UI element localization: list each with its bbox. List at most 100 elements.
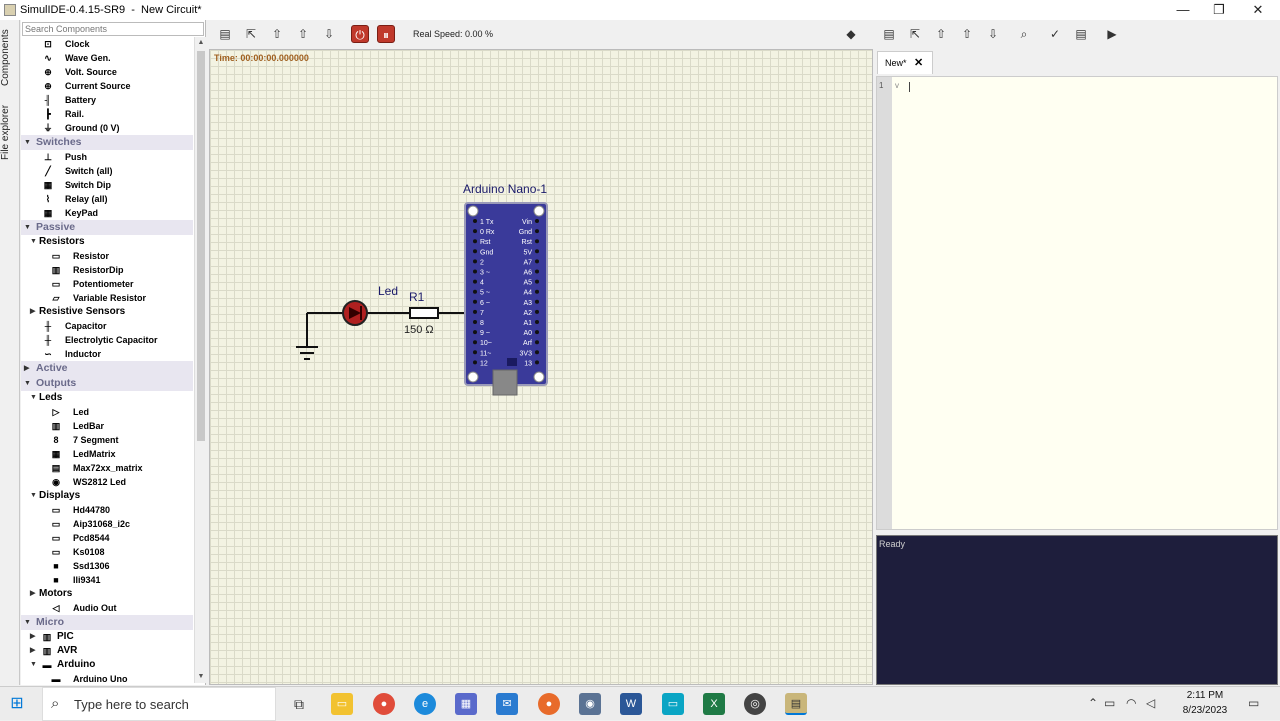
board-pin[interactable] bbox=[473, 350, 477, 355]
editor-new-icon[interactable]: ▤ bbox=[880, 25, 898, 43]
component-item[interactable]: ⊕ Volt. Source bbox=[21, 65, 193, 79]
collapse-arrow-icon[interactable]: ▼ bbox=[24, 135, 31, 150]
component-item[interactable]: ▦ KeyPad bbox=[21, 206, 193, 220]
collapse-arrow-icon[interactable]: ▼ bbox=[24, 615, 31, 630]
board-pin[interactable] bbox=[535, 219, 539, 223]
scroll-up-icon[interactable]: ▲ bbox=[195, 37, 207, 49]
board-pin[interactable] bbox=[535, 239, 539, 244]
board-pin[interactable] bbox=[473, 330, 477, 335]
battery-tray-icon[interactable]: ▭ bbox=[1104, 696, 1115, 710]
wifi-icon[interactable]: ◠ bbox=[1126, 696, 1136, 710]
board-pin[interactable] bbox=[535, 249, 539, 254]
component-item[interactable]: ∿ Wave Gen. bbox=[21, 51, 193, 65]
component-item[interactable]: ⊡ Clock bbox=[21, 37, 193, 51]
chevron-up-icon[interactable]: ⌃ bbox=[1088, 696, 1098, 710]
pause-button-icon[interactable]: ⏸ bbox=[377, 25, 395, 43]
collapse-arrow-icon[interactable]: ▼ bbox=[24, 376, 31, 391]
scroll-thumb[interactable] bbox=[197, 51, 205, 441]
collapse-arrow-icon[interactable]: ▼ bbox=[24, 220, 31, 235]
expand-arrow-icon[interactable]: ▶ bbox=[30, 630, 35, 644]
volume-icon[interactable]: ◁ bbox=[1146, 696, 1155, 710]
group-resistors[interactable]: ▼ Resistors bbox=[21, 235, 193, 249]
board-pin[interactable] bbox=[473, 340, 477, 345]
component-item[interactable]: ◉ WS2812 Led bbox=[21, 475, 193, 489]
collapse-arrow-icon[interactable]: ▼ bbox=[30, 658, 37, 672]
upload-icon[interactable]: ▤ bbox=[1072, 25, 1090, 43]
category-micro[interactable]: ▼ Micro bbox=[21, 615, 193, 630]
expand-arrow-icon[interactable]: ▶ bbox=[24, 361, 29, 376]
component-item[interactable]: ┣ Rail. bbox=[21, 107, 193, 121]
board-pin[interactable] bbox=[535, 229, 539, 234]
board-pin[interactable] bbox=[473, 239, 477, 244]
clock-time[interactable]: 2:11 PM bbox=[1170, 690, 1240, 701]
tab-components[interactable]: Components bbox=[0, 28, 20, 88]
firefox-icon[interactable]: ● bbox=[538, 693, 560, 715]
component-item[interactable]: ⌇ Relay (all) bbox=[21, 192, 193, 206]
maximize-button[interactable]: ❐ bbox=[1199, 0, 1239, 20]
excel-icon[interactable]: X bbox=[703, 693, 725, 715]
compile-check-icon[interactable]: ✓ bbox=[1046, 25, 1064, 43]
component-item[interactable]: ▷ Led bbox=[21, 405, 193, 419]
code-editor[interactable]: 1 v bbox=[876, 76, 1278, 530]
open-circuit-icon[interactable]: ⇱ bbox=[242, 25, 260, 43]
board-pin[interactable] bbox=[535, 289, 539, 294]
simulide-taskbar-icon[interactable]: ▤ bbox=[785, 693, 807, 715]
close-tab-icon[interactable]: ✕ bbox=[914, 52, 923, 74]
board-pin[interactable] bbox=[473, 279, 477, 284]
editor-save-as-icon[interactable]: ⇧ bbox=[958, 25, 976, 43]
component-item[interactable]: ▥ ResistorDip bbox=[21, 263, 193, 277]
board-pin[interactable] bbox=[535, 330, 539, 335]
board-pin[interactable] bbox=[535, 320, 539, 324]
task-view-icon[interactable]: ⧉ bbox=[288, 693, 310, 715]
expand-arrow-icon[interactable]: ▶ bbox=[30, 305, 35, 319]
word-icon[interactable]: W bbox=[620, 693, 642, 715]
component-item[interactable]: ∽ Inductor bbox=[21, 347, 193, 361]
board-pin[interactable] bbox=[535, 350, 539, 355]
scroll-down-icon[interactable]: ▼ bbox=[195, 671, 207, 683]
tree-scrollbar[interactable]: ▲ ▼ bbox=[194, 37, 206, 683]
obs-icon[interactable]: ◎ bbox=[744, 693, 766, 715]
component-item[interactable]: ⊕ Current Source bbox=[21, 79, 193, 93]
group-avr[interactable]: ▶ ▥ AVR bbox=[21, 644, 193, 658]
component-item[interactable]: ⏚ Ground (0 V) bbox=[21, 121, 193, 135]
windows-start-icon[interactable]: ⊞ bbox=[8, 695, 26, 713]
collapse-arrow-icon[interactable]: ▼ bbox=[30, 235, 37, 249]
board-pin[interactable] bbox=[535, 259, 539, 264]
board-pin[interactable] bbox=[473, 289, 477, 294]
component-item[interactable]: ▱ Variable Resistor bbox=[21, 291, 193, 305]
ground-symbol[interactable] bbox=[296, 313, 318, 360]
component-item[interactable]: ▭ Resistor bbox=[21, 249, 193, 263]
taskbar-search-box[interactable]: ⌕ Type here to search bbox=[42, 687, 276, 721]
board-pin[interactable] bbox=[473, 360, 477, 365]
chrome-icon[interactable]: ● bbox=[373, 693, 395, 715]
component-item[interactable]: ◁ Audio Out bbox=[21, 601, 193, 615]
find-icon[interactable]: ⌕ bbox=[1015, 25, 1033, 43]
mail-icon[interactable]: ✉ bbox=[496, 693, 518, 715]
group-pic[interactable]: ▶ ▥ PIC bbox=[21, 630, 193, 644]
board-pin[interactable] bbox=[535, 340, 539, 345]
minimize-button[interactable]: — bbox=[1163, 0, 1203, 20]
board-pin[interactable] bbox=[535, 269, 539, 274]
board-pin[interactable] bbox=[473, 320, 477, 324]
export-icon[interactable]: ⇩ bbox=[320, 25, 338, 43]
board-pin[interactable] bbox=[535, 309, 539, 314]
arduino-nano-board[interactable] bbox=[464, 202, 548, 396]
category-passive[interactable]: ▼ Passive bbox=[21, 220, 193, 235]
group-arduino[interactable]: ▼ ▬ Arduino bbox=[21, 658, 193, 672]
expand-arrow-icon[interactable]: ▶ bbox=[30, 587, 35, 601]
app-icon-cyan[interactable]: ▭ bbox=[662, 693, 684, 715]
component-item[interactable]: ╢ Battery bbox=[21, 93, 193, 107]
group-motors[interactable]: ▶ Motors bbox=[21, 587, 193, 601]
group-resistive-sensors[interactable]: ▶ Resistive Sensors bbox=[21, 305, 193, 319]
component-item[interactable]: ■ Ssd1306 bbox=[21, 559, 193, 573]
group-leds[interactable]: ▼ Leds bbox=[21, 391, 193, 405]
power-button-icon[interactable]: ⏻ bbox=[351, 25, 369, 43]
component-item[interactable]: ▦ LedMatrix bbox=[21, 447, 193, 461]
settings-icon[interactable]: ◆ bbox=[842, 25, 860, 43]
board-pin[interactable] bbox=[535, 299, 539, 304]
component-item[interactable]: ▭ Aip31068_i2c bbox=[21, 517, 193, 531]
category-outputs[interactable]: ▼ Outputs bbox=[21, 376, 193, 391]
tab-new-file[interactable]: New* ✕ bbox=[877, 51, 933, 74]
component-item[interactable]: ▦ Switch Dip bbox=[21, 178, 193, 192]
group-displays[interactable]: ▼ Displays bbox=[21, 489, 193, 503]
